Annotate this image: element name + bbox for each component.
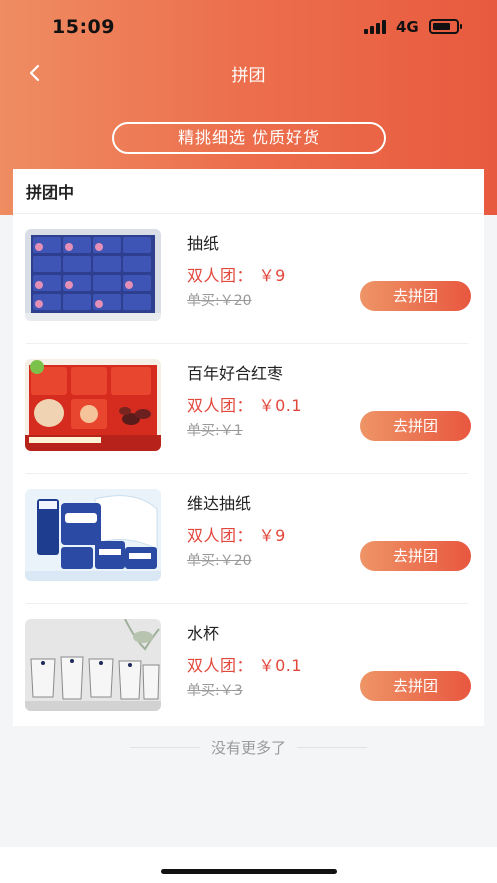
bottom-bar [0,847,497,883]
single-price: 单买:￥20 [187,553,252,569]
product-name: 水杯 [187,624,220,643]
product-name: 百年好合红枣 [187,364,284,383]
single-price: 单买:￥20 [187,293,252,309]
slogan-banner: 精挑细选 优质好货 [112,122,386,154]
product-image-tissue [25,229,161,321]
single-price: 单买:￥3 [187,683,243,699]
product-item[interactable]: 维达抽纸 双人团： ￥9 单买:￥20 去拼团 [13,474,484,604]
group-price: 双人团： ￥9 [187,266,286,285]
home-indicator[interactable] [161,869,337,874]
product-item[interactable]: 抽纸 双人团： ￥9 单买:￥20 去拼团 [13,214,484,344]
product-name: 抽纸 [187,234,220,253]
page-title: 拼团 [231,66,266,86]
section-title: 拼团中 [26,183,75,202]
join-group-button[interactable]: 去拼团 [360,671,471,701]
network-label: 4G [396,18,419,36]
signal-icon [364,20,390,34]
group-buy-card: 拼团中 抽纸 双人团： ￥9 单买:￥20 去拼团 百年好合红枣 双人团： ￥0… [13,169,484,726]
battery-icon [429,19,462,34]
product-image-glass-cups [25,619,161,711]
product-image-red-dates [25,359,161,451]
group-price: 双人团： ￥0.1 [187,656,303,675]
join-group-button[interactable]: 去拼团 [360,541,471,571]
product-item[interactable]: 百年好合红枣 双人团： ￥0.1 单买:￥1 去拼团 [13,344,484,474]
status-bar: 15:09 4G [0,0,497,54]
group-price: 双人团： ￥0.1 [187,396,303,415]
single-price: 单买:￥1 [187,423,243,439]
no-more-text: 没有更多了 [210,739,286,757]
product-item[interactable]: 水杯 双人团： ￥0.1 单买:￥3 去拼团 [13,604,484,734]
product-image-vinda-tissue [25,489,161,581]
join-group-button[interactable]: 去拼团 [360,281,471,311]
group-price: 双人团： ￥9 [187,526,286,545]
status-time: 15:09 [52,16,115,38]
join-group-button[interactable]: 去拼团 [360,411,471,441]
product-name: 维达抽纸 [187,494,252,513]
no-more-indicator: 没有更多了 [0,737,497,757]
